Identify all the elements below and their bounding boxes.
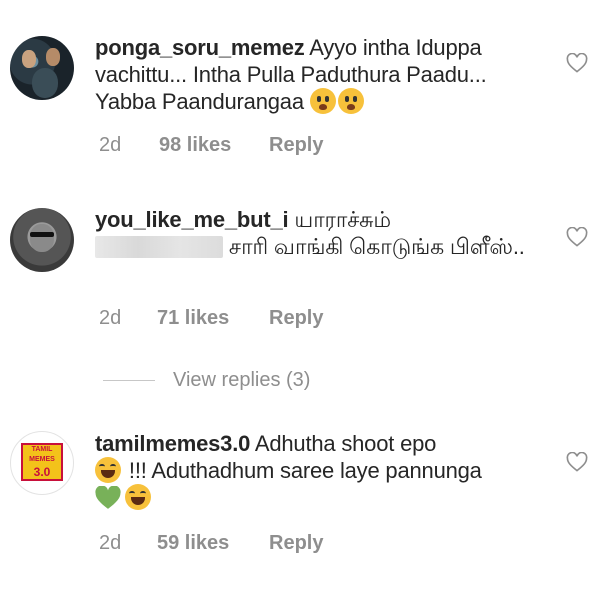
reply-button[interactable]: Reply bbox=[269, 532, 323, 555]
avatar[interactable]: TAMIL MEMES 3.0 bbox=[10, 431, 74, 495]
grinning-sweat-face-emoji-icon bbox=[95, 457, 121, 483]
comment-body: !!! Aduthadhum saree laye pannunga bbox=[123, 458, 482, 483]
grinning-sweat-face-emoji-icon bbox=[125, 484, 151, 510]
comment-username[interactable]: tamilmemes3.0 bbox=[95, 431, 250, 456]
like-heart-icon[interactable] bbox=[566, 452, 588, 472]
logo-top-text: TAMIL MEMES bbox=[29, 446, 55, 463]
tamilmemes-logo: TAMIL MEMES 3.0 bbox=[21, 443, 63, 481]
comment-time: 2d bbox=[99, 532, 122, 554]
comment-item: TAMIL MEMES 3.0 tamilmemes3.0 Adhutha sh… bbox=[0, 0, 600, 580]
comment-text: tamilmemes3.0 Adhutha shoot epo !!! Adut… bbox=[95, 430, 540, 511]
likes-count[interactable]: 59 likes bbox=[157, 532, 229, 555]
comment-body: Adhutha shoot epo bbox=[250, 431, 437, 456]
logo-main-text: 3.0 bbox=[33, 465, 51, 479]
green-heart-emoji-icon bbox=[95, 486, 121, 509]
